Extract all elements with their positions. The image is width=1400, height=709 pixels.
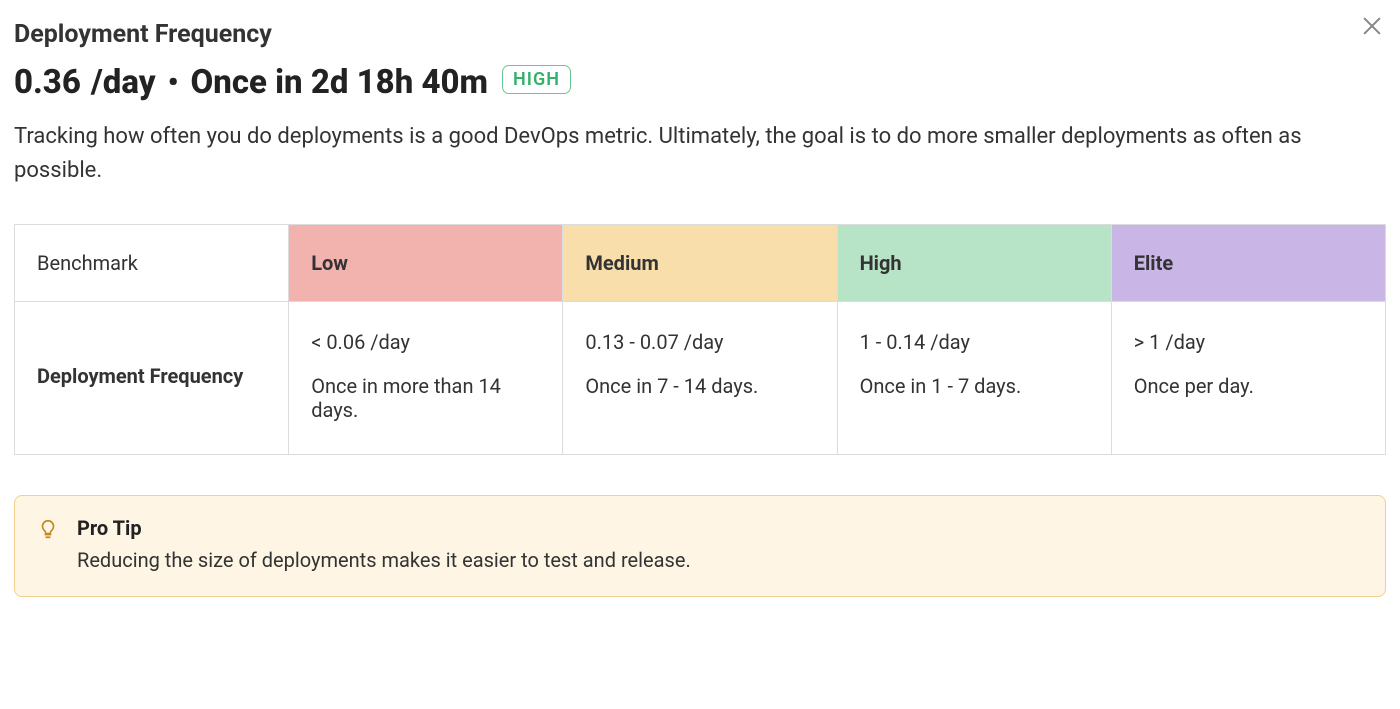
benchmark-table: Benchmark Low Medium High Elite Deployme…: [14, 224, 1386, 455]
protip-body: Pro Tip Reducing the size of deployments…: [77, 516, 1363, 572]
cell-desc: Once in 7 - 14 days.: [585, 374, 814, 398]
cell-medium: 0.13 - 0.07 /day Once in 7 - 14 days.: [563, 302, 837, 455]
protip-title: Pro Tip: [77, 516, 1363, 540]
cell-desc: Once per day.: [1134, 374, 1363, 398]
cell-low: < 0.06 /day Once in more than 14 days.: [289, 302, 563, 455]
metric-detail-panel: Deployment Frequency 0.36 /day • Once in…: [0, 0, 1400, 709]
cell-desc: Once in more than 14 days.: [311, 374, 540, 422]
tier-header-elite: Elite: [1111, 225, 1385, 302]
lightbulb-icon: [37, 518, 59, 544]
interval-value: 2d 18h 40m: [311, 63, 488, 102]
cell-range: < 0.06 /day: [311, 330, 540, 354]
tier-header-medium: Medium: [563, 225, 837, 302]
tier-header-low: Low: [289, 225, 563, 302]
interval-label: Once in: [191, 63, 303, 102]
close-button[interactable]: [1356, 10, 1388, 42]
protip-text: Reducing the size of deployments makes i…: [77, 548, 1363, 572]
cell-range: 1 - 0.14 /day: [860, 330, 1089, 354]
close-icon: [1361, 15, 1383, 37]
benchmark-header-label: Benchmark: [15, 225, 289, 302]
cell-range: 0.13 - 0.07 /day: [585, 330, 814, 354]
metric-summary: 0.36 /day • Once in 2d 18h 40m HIGH: [14, 63, 1386, 102]
metric-interval: Once in 2d 18h 40m: [191, 63, 489, 102]
row-label: Deployment Frequency: [15, 302, 289, 455]
tier-badge: HIGH: [502, 65, 571, 94]
table-row: Deployment Frequency < 0.06 /day Once in…: [15, 302, 1386, 455]
cell-desc: Once in 1 - 7 days.: [860, 374, 1089, 398]
separator-dot: •: [168, 68, 179, 98]
metric-description: Tracking how often you do deployments is…: [14, 120, 1374, 188]
protip-callout: Pro Tip Reducing the size of deployments…: [14, 495, 1386, 597]
metric-unit: /day: [91, 63, 156, 102]
cell-high: 1 - 0.14 /day Once in 1 - 7 days.: [837, 302, 1111, 455]
metric-primary: 0.36 /day: [14, 63, 156, 102]
cell-elite: > 1 /day Once per day.: [1111, 302, 1385, 455]
cell-range: > 1 /day: [1134, 330, 1363, 354]
page-title: Deployment Frequency: [14, 20, 1386, 49]
tier-header-high: High: [837, 225, 1111, 302]
benchmark-header-row: Benchmark Low Medium High Elite: [15, 225, 1386, 302]
metric-value: 0.36: [14, 63, 81, 102]
